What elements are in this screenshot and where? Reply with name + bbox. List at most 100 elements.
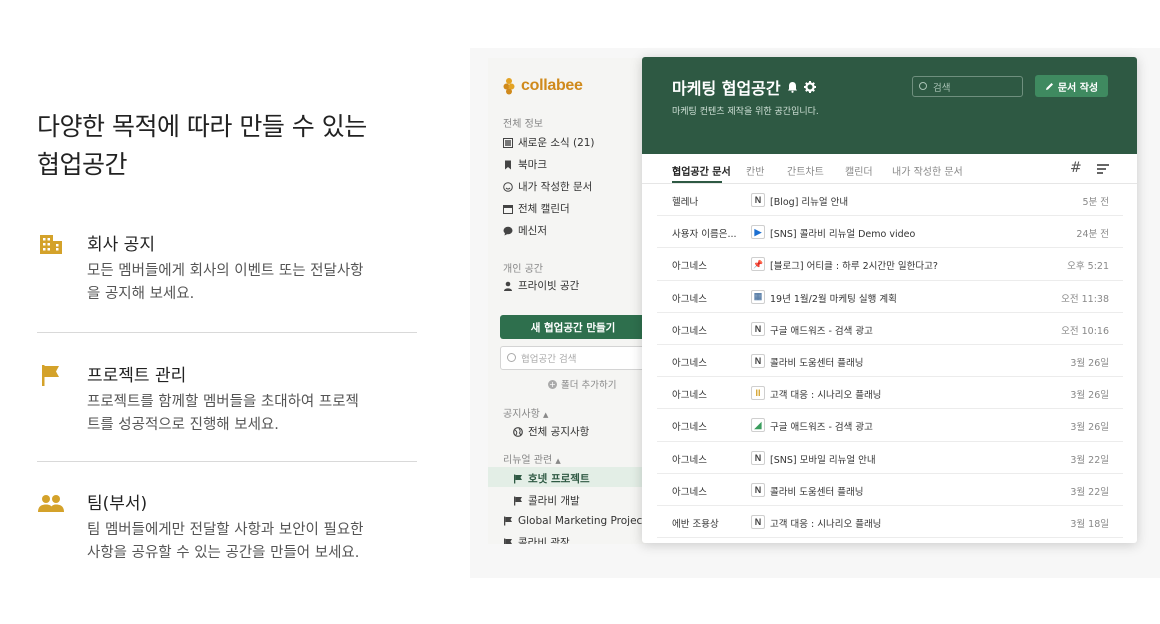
sidebar-item-all-notice[interactable]: 전체 공지사항 <box>513 424 589 439</box>
search-placeholder: 협업공간 검색 <box>521 354 577 365</box>
workspace-search-input[interactable]: 검색 <box>912 76 1023 97</box>
feature-desc-line: 프로젝트를 함께할 멤버들을 초대하여 프로젝 <box>87 394 359 410</box>
sidebar-item-calendar[interactable]: 전체 캘린더 <box>503 201 570 216</box>
sidebar-section-renewal[interactable]: 리뉴얼 관련 ▲ <box>503 451 561 466</box>
sidebar-item-label: Global Marketing Project... <box>518 515 648 527</box>
collabee-logo-icon <box>503 78 515 95</box>
sidebar-item-private[interactable]: 프라이빗 공간 <box>503 278 579 293</box>
row-title: [SNS] 모바일 리뉴얼 안내 <box>770 454 876 466</box>
feature-desc-line: 을 공지해 보세요. <box>87 286 195 302</box>
flag-icon <box>504 516 512 526</box>
table-row[interactable]: 아그네스 II 고객 대응 : 시나리오 플래닝 3월 26일 <box>657 377 1123 410</box>
sidebar-item-collabee-dev[interactable]: 콜라비 개발 <box>513 493 580 508</box>
row-title: 구글 애드워즈 - 검색 광고 <box>770 325 873 337</box>
row-author: 아그네스 <box>672 422 707 434</box>
sidebar-item-plaza[interactable]: 콜라비 광장 <box>503 535 570 544</box>
sort-icon[interactable] <box>1097 164 1109 174</box>
table-row[interactable]: 아그네스 N 콜라비 도움센터 플래닝 3월 22일 <box>657 474 1123 506</box>
table-row[interactable]: 에반 조용상 N 고객 대응 : 시나리오 플래닝 3월 18일 <box>657 506 1123 539</box>
row-time: 3월 18일 <box>1070 518 1109 530</box>
document-type-icon: N <box>751 193 765 207</box>
workspace-title: 마케팅 협업공간 <box>672 75 816 99</box>
sidebar-item-label: 메신저 <box>518 225 547 237</box>
tab-calendar[interactable]: 캘린더 <box>845 163 873 178</box>
logo: collabee <box>503 77 583 95</box>
bookmark-icon <box>505 160 511 169</box>
section-label: 공지사항 <box>503 409 540 420</box>
tab-kanban[interactable]: 칸반 <box>746 163 764 178</box>
sidebar-item-label: 전체 공지사항 <box>528 426 590 438</box>
table-row[interactable]: 아그네스 N [SNS] 모바일 리뉴얼 안내 3월 22일 <box>657 442 1123 474</box>
table-row[interactable]: 아그네스 N 구글 애드워즈 - 검색 광고 오전 10:16 <box>657 313 1123 345</box>
document-type-icon: N <box>751 353 765 368</box>
row-author: 헬레나 <box>672 197 699 208</box>
row-author: 사용자 이름은... <box>672 229 737 241</box>
row-time: 3월 26일 <box>1070 357 1109 369</box>
row-author: 아그네스 <box>672 486 707 498</box>
row-time: 24분 전 <box>1076 229 1109 241</box>
add-folder-button[interactable]: + 폴더 추가하기 <box>548 377 616 391</box>
feature-title: 회사 공지 <box>87 235 155 255</box>
table-row[interactable]: 아그네스 ◢ 구글 애드워즈 - 검색 광고 3월 26일 <box>657 409 1123 442</box>
section-label: 리뉴얼 관련 <box>503 455 553 466</box>
sidebar-item-bookmark[interactable]: 북마크 <box>503 157 547 172</box>
globe-icon <box>513 426 523 437</box>
sidebar-item-label: 콜라비 개발 <box>528 495 580 507</box>
document-type-icon: N <box>751 482 765 497</box>
feature-title: 프로젝트 관리 <box>87 366 187 386</box>
row-title: 구글 애드워즈 - 검색 광고 <box>770 422 873 434</box>
hashtag-icon[interactable]: # <box>1070 160 1082 176</box>
table-row[interactable]: 아그네스 ▦ 19년 1월/2월 마케팅 실행 계획 오전 11:38 <box>657 281 1123 313</box>
new-workspace-button[interactable]: 새 협업공간 만들기 <box>500 315 646 339</box>
sidebar-item-hornet-project[interactable]: 호넷 프로젝트 <box>513 471 590 486</box>
pencil-icon <box>1045 82 1053 90</box>
sidebar-item-global-marketing[interactable]: Global Marketing Project... <box>503 515 648 527</box>
sidebar-item-my-docs[interactable]: 내가 작성한 문서 <box>503 179 592 194</box>
news-icon <box>503 137 513 148</box>
workspace-search-input[interactable]: 협업공간 검색 <box>500 346 648 370</box>
divider <box>37 461 417 462</box>
active-tab-indicator <box>672 181 722 183</box>
feature-desc: 프로젝트를 함께할 멤버들을 초대하여 프로젝 트를 성공적으로 진행해 보세요… <box>87 391 422 437</box>
row-time: 5분 전 <box>1082 197 1109 208</box>
hero-title-line2: 협업공간 <box>37 150 128 179</box>
chat-icon <box>503 226 513 235</box>
row-title: 콜라비 도움센터 플래닝 <box>770 357 864 369</box>
tab-gantt[interactable]: 간트차트 <box>787 163 824 178</box>
sidebar-item-news[interactable]: 새로운 소식 (21) <box>503 135 595 150</box>
table-row[interactable]: 아그네스 📌 [블로그] 어티클 : 하루 2시간만 일한다고? 오후 5:21 <box>657 248 1123 281</box>
sidebar-section-notice[interactable]: 공지사항 ▲ <box>503 405 548 420</box>
sidebar-item-label: 전체 캘린더 <box>518 203 570 215</box>
document-type-icon: N <box>751 321 765 336</box>
caret-up-icon: ▲ <box>555 457 561 465</box>
row-time: 오전 10:16 <box>1061 325 1109 337</box>
row-time: 3월 26일 <box>1070 390 1109 402</box>
sidebar-item-label: 프라이빗 공간 <box>518 280 580 292</box>
new-document-button[interactable]: 문서 작성 <box>1035 75 1108 97</box>
calendar-icon <box>503 204 513 214</box>
row-author: 아그네스 <box>672 454 707 466</box>
bell-icon[interactable] <box>787 81 798 93</box>
table-row[interactable]: 헬레나 N [Blog] 리뉴얼 안내 5분 전 <box>657 184 1123 217</box>
document-type-icon: ▶ <box>751 225 765 240</box>
table-row[interactable]: 사용자 이름은... ▶ [SNS] 콜라비 리뉴얼 Demo video 24분 전 <box>657 216 1123 249</box>
gear-icon[interactable] <box>803 81 816 93</box>
sidebar-item-label: 내가 작성한 문서 <box>518 181 593 193</box>
feature-title: 팀(부서) <box>87 494 148 514</box>
sidebar-item-label: 호넷 프로젝트 <box>528 473 590 485</box>
flag-icon <box>42 365 59 386</box>
row-title: 19년 1월/2월 마케팅 실행 계획 <box>770 293 897 305</box>
sidebar-item-label: 콜라비 광장 <box>518 537 570 544</box>
feature-desc: 모든 멤버들에게 회사의 이벤트 또는 전달사항 을 공지해 보세요. <box>87 260 422 306</box>
flag-icon <box>504 538 512 544</box>
tab-my-docs[interactable]: 내가 작성한 문서 <box>892 163 963 178</box>
row-title: 고객 대응 : 시나리오 플래닝 <box>770 518 882 530</box>
divider <box>37 332 417 333</box>
sidebar-item-messenger[interactable]: 메신저 <box>503 223 547 238</box>
sidebar-section-all: 전체 정보 <box>503 119 543 130</box>
tab-workspace-docs[interactable]: 협업공간 문서 <box>672 163 731 178</box>
person-icon <box>504 281 512 291</box>
building-icon <box>40 235 62 254</box>
table-row[interactable]: 아그네스 N 콜라비 도움센터 플래닝 3월 26일 <box>657 345 1123 378</box>
sidebar-item-label: 북마크 <box>518 159 547 171</box>
